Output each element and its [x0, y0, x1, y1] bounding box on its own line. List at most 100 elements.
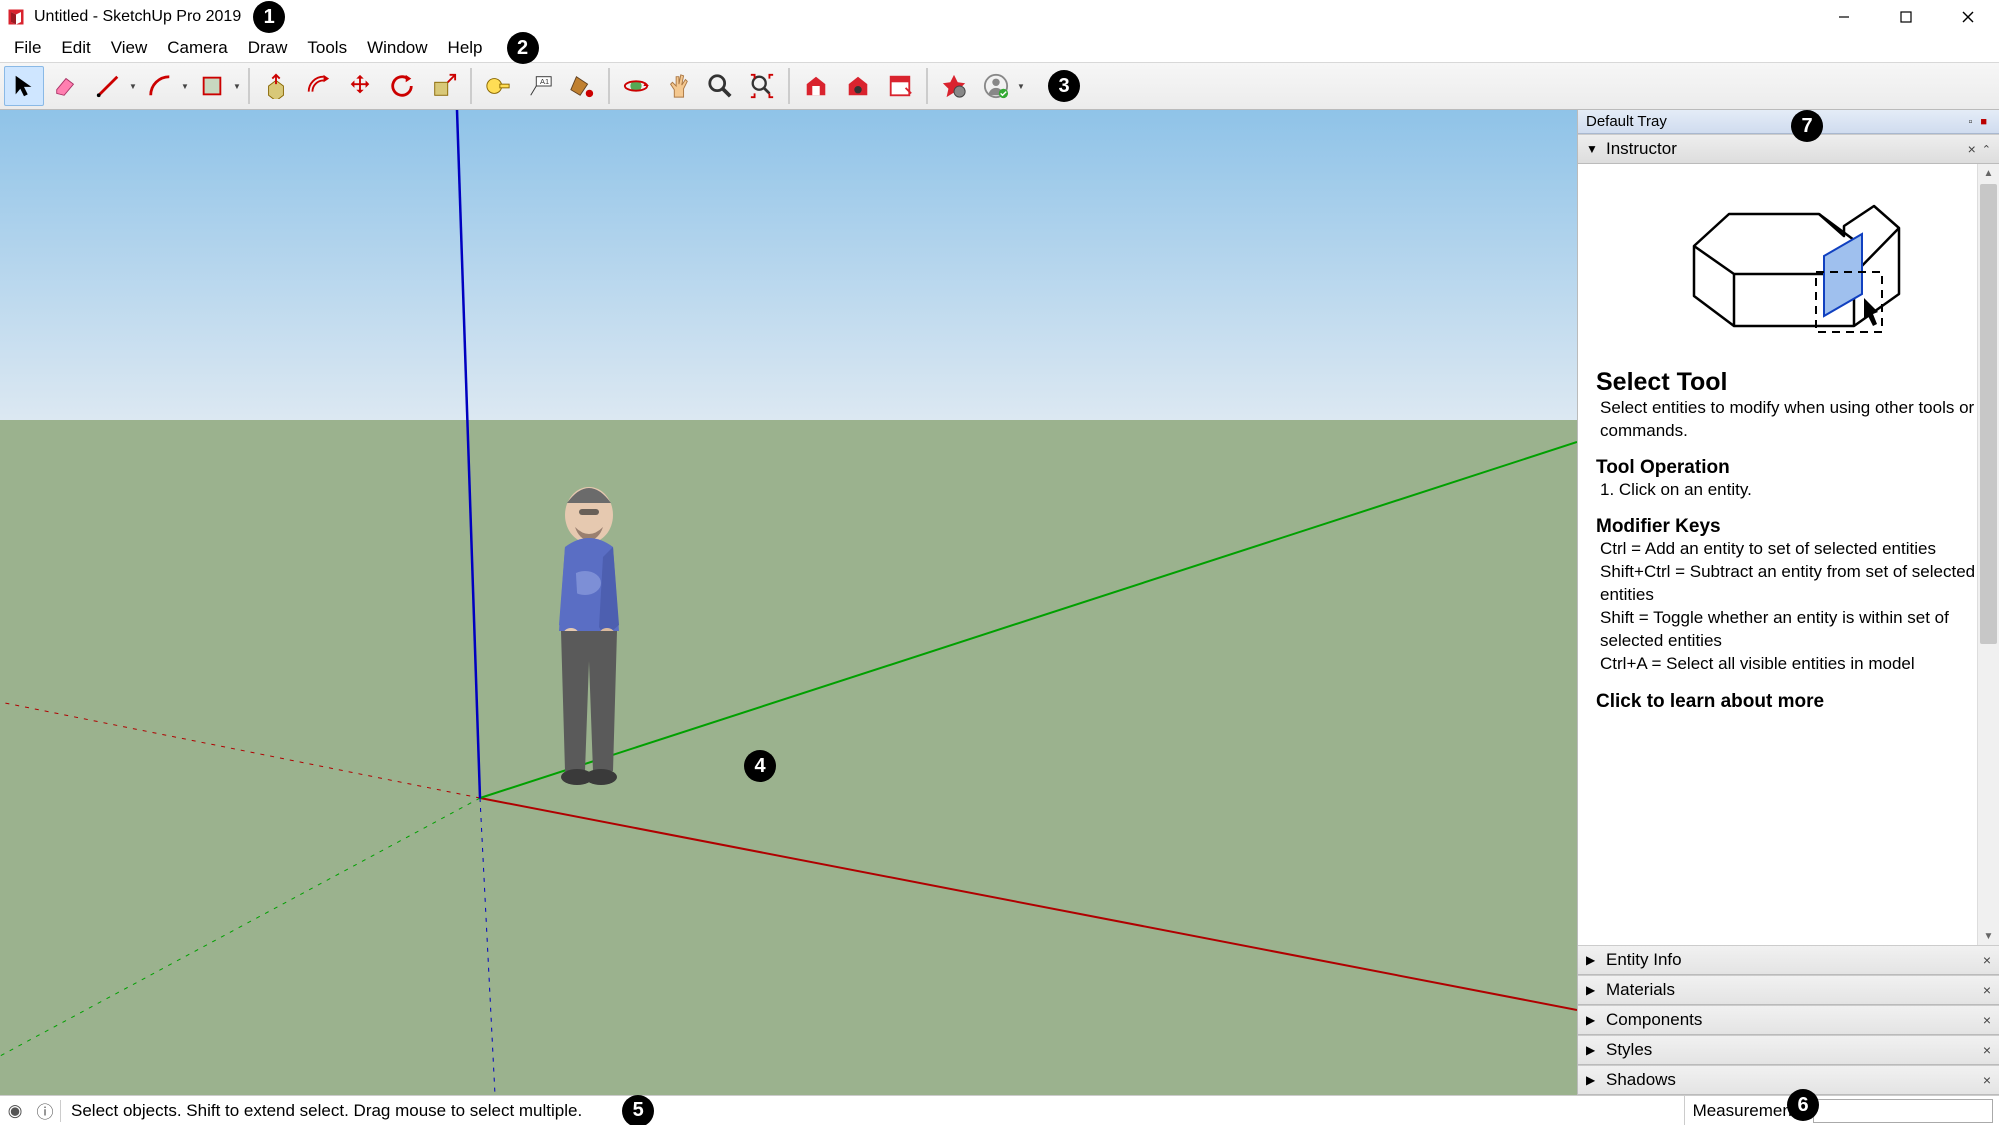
paint-tool[interactable]: [562, 66, 602, 106]
chevron-down-icon: ▼: [1586, 142, 1600, 156]
panel-styles-header[interactable]: ▶ Styles ×: [1578, 1035, 1999, 1065]
maximize-button[interactable]: [1875, 0, 1937, 34]
chevron-right-icon: ▶: [1586, 1043, 1600, 1057]
extension-manager-tool[interactable]: [934, 66, 974, 106]
menu-edit[interactable]: Edit: [51, 36, 100, 59]
mod-shift-ctrl: Shift+Ctrl = Subtract an entity from set…: [1596, 561, 1981, 607]
callout-1: 1: [253, 1, 285, 33]
line-tool-dropdown[interactable]: ▼: [128, 82, 138, 91]
tool-description: Select entities to modify when using oth…: [1596, 397, 1981, 443]
credits-icon[interactable]: ⓘ: [30, 1098, 60, 1123]
pin-icon[interactable]: ▫: [1964, 116, 1976, 128]
menu-view[interactable]: View: [101, 36, 158, 59]
arc-tool-dropdown[interactable]: ▼: [180, 82, 190, 91]
panel-shadows-header[interactable]: ▶ Shadows ×: [1578, 1065, 1999, 1095]
chevron-right-icon: ▶: [1586, 953, 1600, 967]
shape-tool[interactable]: [192, 66, 232, 106]
menu-file[interactable]: File: [4, 36, 51, 59]
close-button[interactable]: [1937, 0, 1999, 34]
panel-label: Entity Info: [1606, 950, 1682, 970]
panel-label: Materials: [1606, 980, 1675, 1000]
learn-more-link[interactable]: Click to learn about more: [1596, 691, 1981, 713]
callout-6: 6: [1787, 1089, 1819, 1121]
shape-tool-dropdown[interactable]: ▼: [232, 82, 242, 91]
panel-collapse-icon[interactable]: ⌃: [1982, 143, 1991, 156]
panel-label: Components: [1606, 1010, 1702, 1030]
select-tool[interactable]: [4, 66, 44, 106]
panel-instructor-label: Instructor: [1606, 139, 1677, 159]
default-tray: Default Tray ▫ ■ ▼ Instructor × ⌃: [1577, 110, 1999, 1095]
instructor-illustration: [1596, 176, 1981, 360]
orbit-tool[interactable]: [616, 66, 656, 106]
mod-ctrl: Ctrl = Add an entity to set of selected …: [1596, 538, 1981, 561]
mod-ctrl-a: Ctrl+A = Select all visible entities in …: [1596, 653, 1981, 676]
tool-title: Select Tool: [1596, 368, 1981, 397]
layout-tool[interactable]: [880, 66, 920, 106]
chevron-right-icon: ▶: [1586, 1013, 1600, 1027]
offset-tool[interactable]: [298, 66, 338, 106]
panel-close-icon[interactable]: ×: [1983, 952, 1991, 968]
zoom-extents-tool[interactable]: [742, 66, 782, 106]
menu-draw[interactable]: Draw: [238, 36, 298, 59]
panel-label: Styles: [1606, 1040, 1652, 1060]
measurements-input[interactable]: [1813, 1099, 1993, 1123]
text-tool[interactable]: A1: [520, 66, 560, 106]
drawing-viewport[interactable]: 4: [0, 110, 1577, 1095]
tool-operation-title: Tool Operation: [1596, 457, 1981, 479]
move-tool[interactable]: [340, 66, 380, 106]
chevron-right-icon: ▶: [1586, 983, 1600, 997]
mod-shift: Shift = Toggle whether an entity is with…: [1596, 607, 1981, 653]
extension-warehouse-tool[interactable]: [838, 66, 878, 106]
tray-header[interactable]: Default Tray ▫ ■: [1578, 110, 1999, 134]
arc-tool[interactable]: [140, 66, 180, 106]
panel-close-icon[interactable]: ×: [1983, 1012, 1991, 1028]
menu-camera[interactable]: Camera: [157, 36, 237, 59]
callout-2: 2: [507, 32, 539, 64]
panel-entity-info-header[interactable]: ▶ Entity Info ×: [1578, 945, 1999, 975]
status-hint: Select objects. Shift to extend select. …: [61, 1101, 592, 1121]
geo-icon[interactable]: ◉: [0, 1101, 30, 1121]
tool-operation-step: 1. Click on an entity.: [1596, 479, 1981, 502]
zoom-tool[interactable]: [700, 66, 740, 106]
toolbar: ▼ ▼ ▼ A1 ▼ 3: [0, 62, 1999, 110]
line-tool[interactable]: [88, 66, 128, 106]
panel-label: Shadows: [1606, 1070, 1676, 1090]
callout-5: 5: [622, 1095, 654, 1125]
tray-close-icon[interactable]: ■: [1976, 116, 1991, 128]
panel-materials-header[interactable]: ▶ Materials ×: [1578, 975, 1999, 1005]
pushpull-tool[interactable]: [256, 66, 296, 106]
panel-close-icon[interactable]: ×: [1968, 141, 1976, 157]
menu-help[interactable]: Help: [438, 36, 493, 59]
svg-text:A1: A1: [540, 77, 549, 86]
pan-tool[interactable]: [658, 66, 698, 106]
scale-tool[interactable]: [424, 66, 464, 106]
tray-title: Default Tray: [1586, 113, 1667, 130]
signin-tool[interactable]: [976, 66, 1016, 106]
minimize-button[interactable]: [1813, 0, 1875, 34]
warehouse-tool[interactable]: [796, 66, 836, 106]
app-icon: [6, 7, 26, 27]
menu-bar: FileEditViewCameraDrawToolsWindowHelp 2: [0, 34, 1999, 62]
eraser-tool[interactable]: [46, 66, 86, 106]
main-area: 4 Default Tray ▫ ■ ▼ Instructor × ⌃: [0, 110, 1999, 1095]
modifier-keys-title: Modifier Keys: [1596, 516, 1981, 538]
title-bar: Untitled - SketchUp Pro 2019 1: [0, 0, 1999, 34]
rotate-tool[interactable]: [382, 66, 422, 106]
callout-7: 7: [1791, 110, 1823, 142]
panel-instructor-header[interactable]: ▼ Instructor × ⌃: [1578, 134, 1999, 164]
chevron-right-icon: ▶: [1586, 1073, 1600, 1087]
panel-components-header[interactable]: ▶ Components ×: [1578, 1005, 1999, 1035]
menu-window[interactable]: Window: [357, 36, 437, 59]
tape-tool[interactable]: [478, 66, 518, 106]
panel-close-icon[interactable]: ×: [1983, 982, 1991, 998]
signin-tool-dropdown[interactable]: ▼: [1016, 82, 1026, 91]
panel-close-icon[interactable]: ×: [1983, 1042, 1991, 1058]
callout-3: 3: [1048, 70, 1080, 102]
status-bar: ◉ ⓘ Select objects. Shift to extend sele…: [0, 1095, 1999, 1125]
window-title: Untitled - SketchUp Pro 2019: [34, 8, 241, 26]
menu-tools[interactable]: Tools: [297, 36, 357, 59]
panel-instructor-body: Select Tool Select entities to modify wh…: [1578, 164, 1999, 945]
instructor-scrollbar[interactable]: ▲ ▼: [1977, 164, 1999, 945]
panel-close-icon[interactable]: ×: [1983, 1072, 1991, 1088]
callout-4: 4: [744, 750, 776, 782]
